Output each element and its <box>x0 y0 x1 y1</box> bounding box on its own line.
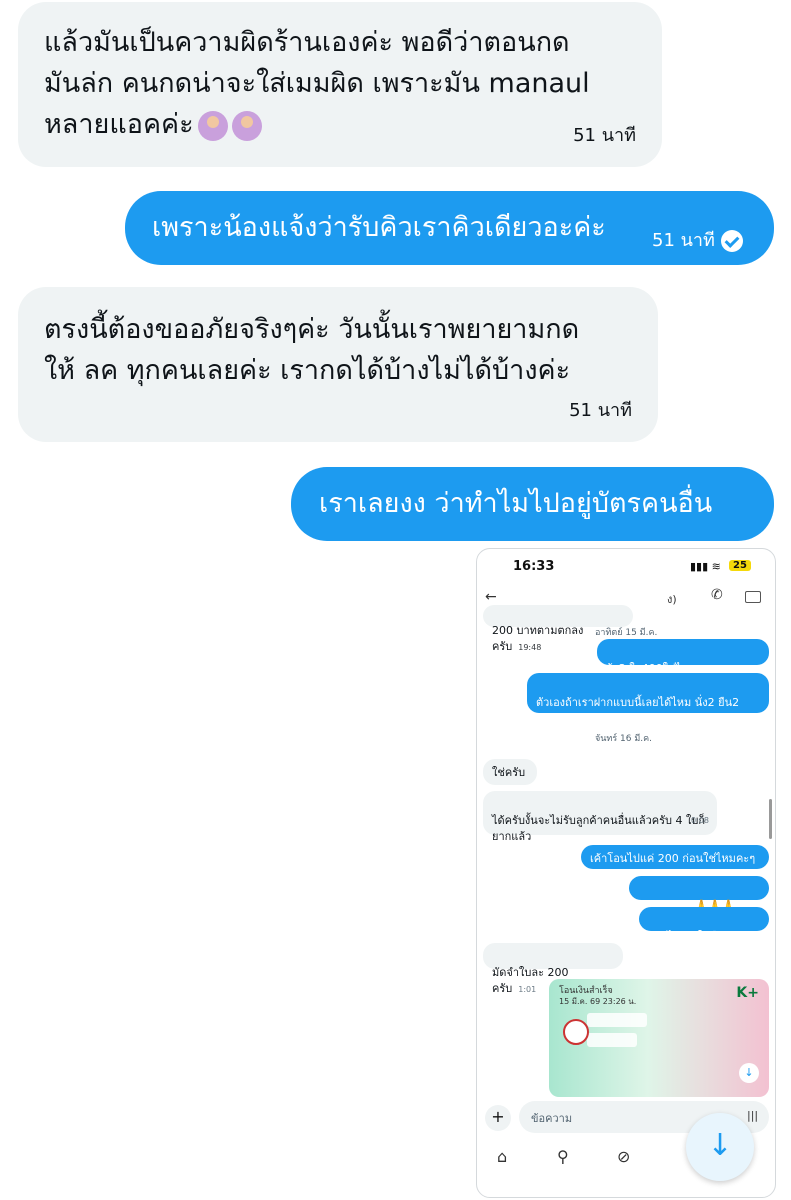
emoji-icon <box>197 110 228 141</box>
date-separator: อาทิตย์ 15 มี.ค. <box>595 628 658 638</box>
message-time: 51 นาที <box>652 225 743 254</box>
chat-message-outgoing[interactable]: ขอบคุณคับ 🙏🙏🙏 <box>629 876 769 912</box>
add-icon[interactable]: + <box>485 1105 511 1131</box>
scroll-down-icon[interactable]: ↓ <box>739 1063 759 1083</box>
bank-icon <box>563 1019 589 1045</box>
status-time: 16:33 <box>513 559 555 574</box>
bank-logo: K+ <box>736 985 759 1001</box>
chat-message-outgoing[interactable]: ถ้า2 ใบ400ใช่ไหมคะๆ 20:22 <box>597 639 769 675</box>
phone-call-icon[interactable]: ✆ <box>711 587 723 603</box>
search-icon[interactable]: ⚲ <box>557 1147 569 1166</box>
date-separator: จันทร์ 16 มี.ค. <box>595 734 653 744</box>
message-text: เราเลยงง ว่าทำไมไปอยู่บัตรคนอื่น <box>319 488 713 519</box>
chat-message-incoming[interactable]: ได้ครับงั้นจะไม่รับลูกค้าคนอื่นแล้วครับ … <box>483 791 717 843</box>
message-bubble-incoming[interactable]: ตรงนี้ต้องขออภัยจริงๆค่ะ วันนั้นเราพยายา… <box>18 287 658 442</box>
message-time: 51 นาที <box>569 400 632 421</box>
message-time: 51 นาที <box>573 125 636 146</box>
message-bubble-incoming[interactable]: แล้วมันเป็นความผิดร้านเองค่ะ พอดีว่าตอนก… <box>18 2 662 167</box>
back-arrow-icon[interactable]: ← <box>485 589 497 605</box>
home-icon[interactable]: ⌂ <box>497 1147 507 1166</box>
header-name: ง) <box>667 593 677 606</box>
attached-screenshot[interactable]: 16:33 ▮▮▮ ≋ 25 ← ง) ✆ 200 บาทตามตกลงครับ… <box>476 548 776 1198</box>
message-text: ตรงนี้ต้องขออภัยจริงๆค่ะ วันนั้นเราพยายา… <box>44 314 580 386</box>
redacted-field <box>587 1013 647 1027</box>
chat-message-outgoing[interactable]: เค้าโอนไปแค่ 200 ก่อนใช่ไหมคะๆ <box>581 845 769 869</box>
message-bubble-outgoing[interactable]: เราเลยงง ว่าทำไมไปอยู่บัตรคนอื่น <box>291 467 774 541</box>
redacted-field <box>587 1033 637 1047</box>
battery-level: 25 <box>729 560 751 571</box>
grok-icon[interactable]: ⊘ <box>617 1147 630 1166</box>
chat-message-outgoing[interactable]: ต้องได้ซัก ใบฮือ 0:54 <box>639 907 769 943</box>
scroll-to-bottom-button[interactable]: ↓ <box>686 1113 754 1181</box>
message-text: แล้วมันเป็นความผิดร้านเองค่ะ พอดีว่าตอนก… <box>44 27 590 141</box>
chat-message-incoming[interactable]: มัดจำใบละ 200 ครับ 1:01 <box>483 943 623 995</box>
emoji-icon <box>231 110 262 141</box>
message-bubble-outgoing[interactable]: เพราะน้องแจ้งว่ารับคิวเราคิวเดียวอะค่ะ 5… <box>125 191 774 265</box>
video-call-icon[interactable] <box>745 591 761 603</box>
chat-message-incoming[interactable]: ใช่ครับ <box>483 759 537 785</box>
chat-message-outgoing[interactable]: ตัวเองถ้าเราฝากแบบนี้เลยได้ไหม นั่ง2 ยืน… <box>527 673 769 723</box>
transfer-slip-image[interactable]: โอนเงินสำเร็จ 15 มี.ค. 69 23:26 น. K+ ↓ <box>549 979 769 1097</box>
chat-message-incoming[interactable]: 200 บาทตามตกลงครับ 19:48 <box>483 605 633 653</box>
transfer-date: 15 มี.ค. 69 23:26 น. <box>559 997 637 1006</box>
scrollbar[interactable] <box>769 799 772 839</box>
voice-icon[interactable]: ||| <box>747 1109 758 1122</box>
message-text: เพราะน้องแจ้งว่ารับคิวเราคิวเดียวอะค่ะ <box>152 212 606 243</box>
read-check-icon <box>720 230 743 252</box>
signal-wifi-icon: ▮▮▮ ≋ <box>690 560 721 573</box>
